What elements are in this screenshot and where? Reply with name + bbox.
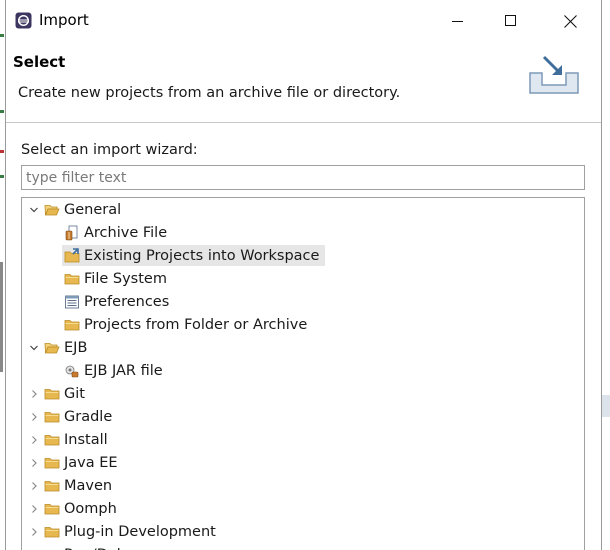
tree-item-file-system[interactable]: File System bbox=[62, 267, 173, 290]
eclipse-app-icon bbox=[15, 12, 32, 29]
tree-item-label: Maven bbox=[64, 477, 113, 494]
folder-icon bbox=[44, 547, 60, 550]
folder-icon bbox=[44, 409, 60, 425]
tree-item-git[interactable]: Git bbox=[26, 382, 91, 405]
editor-marker bbox=[0, 150, 4, 153]
tree-item-run-debug[interactable]: Run/Debug bbox=[26, 543, 150, 550]
folder-icon bbox=[44, 478, 60, 494]
chevron-right-icon[interactable] bbox=[26, 382, 42, 405]
folder-icon bbox=[44, 386, 60, 402]
tree-item-label: General bbox=[64, 201, 122, 218]
chevron-right-icon[interactable] bbox=[26, 543, 42, 550]
tree-item-label: Git bbox=[64, 385, 85, 402]
editor-strip bbox=[602, 395, 610, 417]
import-dialog: Import Select Create new projects from a… bbox=[5, 0, 602, 550]
tree-item-label: Install bbox=[64, 431, 108, 448]
tree-item-content: Plug-in Development bbox=[42, 521, 222, 542]
tree-item-label: Archive File bbox=[84, 224, 168, 241]
tree-item-projects-from-folder-or-archive[interactable]: Projects from Folder or Archive bbox=[62, 313, 313, 336]
minimize-icon bbox=[452, 21, 463, 22]
tree-item-content: Existing Projects into Workspace bbox=[62, 245, 326, 266]
tree-item-content: Preferences bbox=[62, 291, 175, 312]
chevron-right-icon[interactable] bbox=[26, 474, 42, 497]
tree-item-content: Maven bbox=[42, 475, 118, 496]
existing-projects-icon bbox=[64, 247, 80, 264]
chevron-right-icon[interactable] bbox=[26, 428, 42, 451]
banner-title: Select bbox=[13, 53, 66, 71]
editor-marker bbox=[0, 110, 4, 113]
tree-item-content: Run/Debug bbox=[42, 544, 150, 550]
editor-marker bbox=[0, 175, 4, 178]
folder-icon bbox=[44, 501, 60, 517]
tree-item-ejb-jar-file[interactable]: EJB JAR file bbox=[62, 359, 169, 382]
folder-icon bbox=[64, 271, 80, 287]
tree-item-label: EJB bbox=[64, 339, 88, 356]
tree-item-label: Plug-in Development bbox=[64, 523, 216, 540]
chevron-right-icon[interactable] bbox=[26, 451, 42, 474]
maximize-button[interactable] bbox=[497, 8, 525, 34]
tree-item-content: Java EE bbox=[42, 452, 124, 473]
tree-item-gradle[interactable]: Gradle bbox=[26, 405, 118, 428]
tree-item-label: Preferences bbox=[84, 293, 170, 310]
tree-item-content: Oomph bbox=[42, 498, 123, 519]
tree-item-ejb[interactable]: EJB bbox=[26, 336, 93, 359]
tree-item-content: Archive File bbox=[62, 222, 173, 243]
tree-item-label: Java EE bbox=[64, 454, 118, 471]
tree-item-plug-in-development[interactable]: Plug-in Development bbox=[26, 520, 222, 543]
tree-item-general[interactable]: General bbox=[26, 198, 127, 221]
folder-icon bbox=[44, 455, 60, 471]
wizard-tree: General Archive File Existing Projects int… bbox=[21, 197, 585, 550]
tree-item-content: Git bbox=[42, 383, 91, 404]
tree-item-label: Oomph bbox=[64, 500, 117, 517]
tree-item-content: General bbox=[42, 199, 127, 220]
tree-item-archive-file[interactable]: Archive File bbox=[62, 221, 173, 244]
folder-open-icon bbox=[44, 340, 60, 356]
tree-item-install[interactable]: Install bbox=[26, 428, 114, 451]
folder-icon bbox=[44, 524, 60, 540]
title-bar: Import bbox=[6, 0, 601, 42]
tree-item-content: Install bbox=[42, 429, 114, 450]
tree-item-oomph[interactable]: Oomph bbox=[26, 497, 123, 520]
tree-item-label: EJB JAR file bbox=[84, 362, 163, 379]
editor-marker bbox=[0, 34, 4, 37]
folder-icon bbox=[44, 432, 60, 448]
filter-input[interactable] bbox=[21, 165, 585, 190]
chevron-right-icon[interactable] bbox=[26, 520, 42, 543]
tree-item-content: EJB bbox=[42, 337, 93, 358]
folder-open-icon bbox=[44, 202, 60, 218]
folder-icon bbox=[64, 317, 80, 333]
wizard-label: Select an import wizard: bbox=[21, 142, 198, 158]
chevron-right-icon[interactable] bbox=[26, 497, 42, 520]
banner-description: Create new projects from an archive file… bbox=[18, 85, 401, 101]
tree-item-label: Projects from Folder or Archive bbox=[84, 316, 308, 333]
tree-item-content: EJB JAR file bbox=[62, 360, 169, 381]
tree-item-content: File System bbox=[62, 268, 173, 289]
tree-item-preferences[interactable]: Preferences bbox=[62, 290, 175, 313]
tree-item-label: Run/Debug bbox=[64, 546, 147, 550]
tree-item-label: File System bbox=[84, 270, 167, 287]
chevron-down-icon[interactable] bbox=[26, 336, 42, 359]
window-title: Import bbox=[39, 11, 89, 29]
archive-file-icon bbox=[64, 225, 80, 241]
background-editor-right bbox=[602, 0, 610, 550]
tree-item-content: Gradle bbox=[42, 406, 118, 427]
maximize-icon bbox=[505, 15, 516, 26]
minimize-button[interactable] bbox=[444, 8, 472, 34]
tree-item-maven[interactable]: Maven bbox=[26, 474, 118, 497]
chevron-down-icon[interactable] bbox=[26, 198, 42, 221]
tree-item-label: Existing Projects into Workspace bbox=[84, 247, 320, 264]
ejb-jar-icon bbox=[64, 363, 80, 379]
tree-item-content: Projects from Folder or Archive bbox=[62, 314, 313, 335]
import-wizard-icon bbox=[529, 55, 579, 94]
editor-marker bbox=[0, 262, 3, 372]
tree-item-existing-projects-into-workspace[interactable]: Existing Projects into Workspace bbox=[62, 244, 326, 267]
preferences-icon bbox=[64, 294, 80, 310]
tree-item-java-ee[interactable]: Java EE bbox=[26, 451, 124, 474]
close-button[interactable] bbox=[556, 8, 584, 34]
close-icon bbox=[563, 14, 577, 28]
wizard-banner: Select Create new projects from an archi… bbox=[6, 42, 601, 123]
tree-item-label: Gradle bbox=[64, 408, 113, 425]
chevron-right-icon[interactable] bbox=[26, 405, 42, 428]
